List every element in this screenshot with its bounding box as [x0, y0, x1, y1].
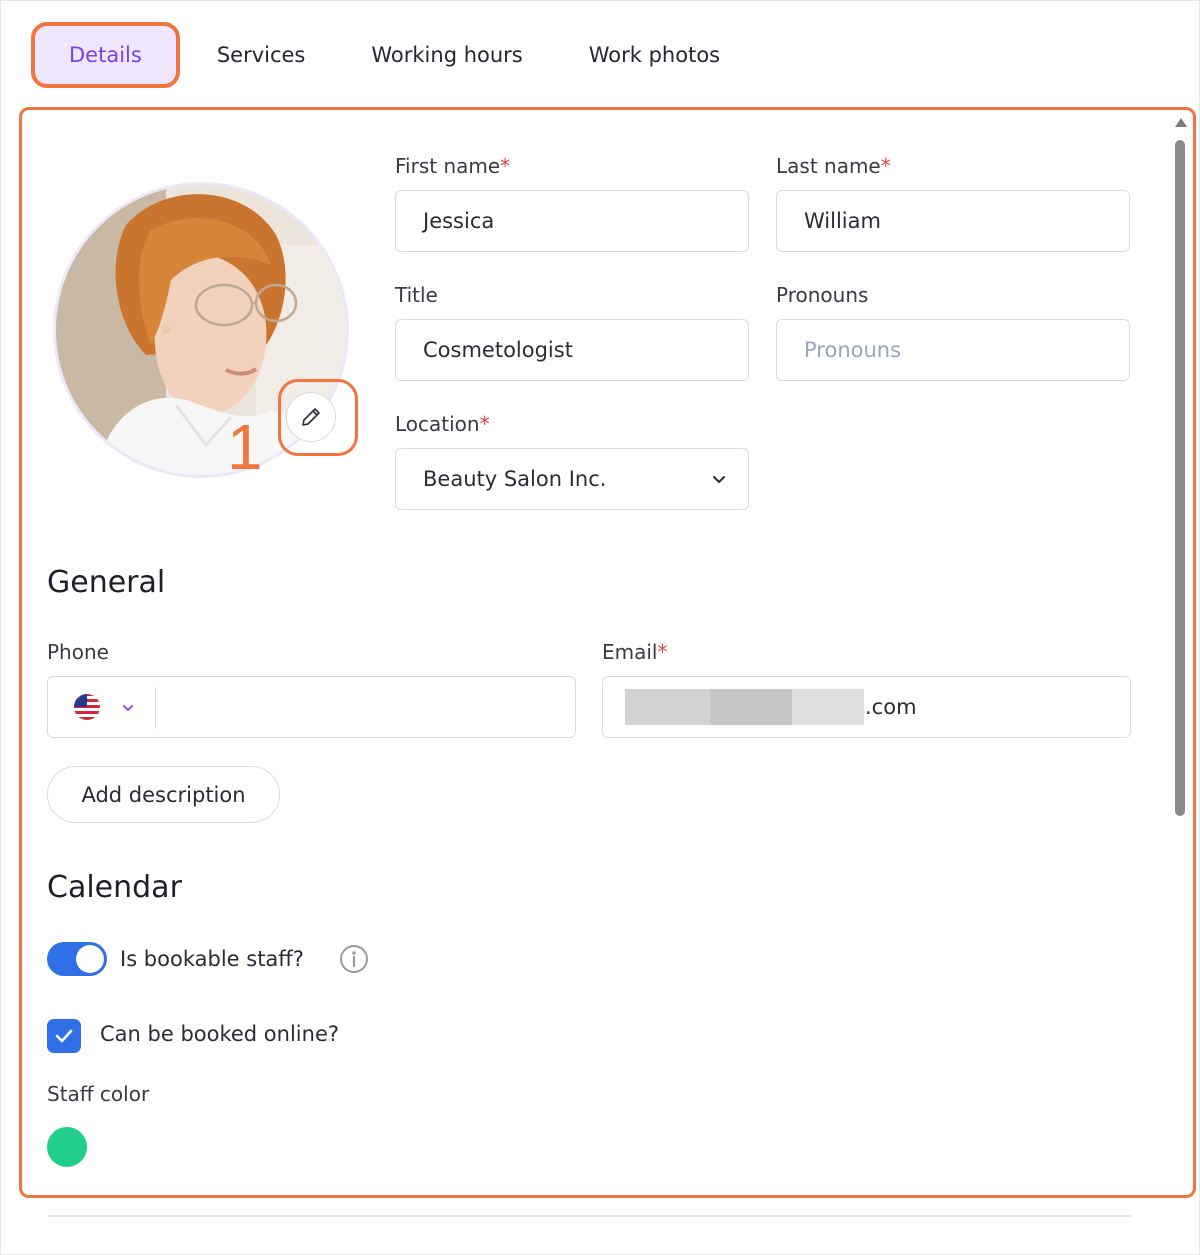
- footer-divider: [47, 1215, 1132, 1217]
- redacted-email-part: [710, 689, 792, 725]
- details-panel: 1 First name* Jessica Last name* William…: [19, 107, 1196, 1198]
- phone-divider: [155, 687, 156, 729]
- email-label: Email*: [602, 640, 668, 664]
- scroll-up-arrow-icon[interactable]: [1175, 118, 1187, 127]
- title-value: Cosmetologist: [423, 338, 573, 362]
- pronouns-placeholder: Pronouns: [804, 338, 902, 362]
- email-input[interactable]: .com: [602, 676, 1131, 738]
- first-name-value: Jessica: [423, 209, 495, 233]
- chevron-down-icon[interactable]: [121, 701, 135, 715]
- general-heading: General: [47, 565, 166, 600]
- last-name-value: William: [804, 209, 881, 233]
- location-label-text: Location: [395, 412, 480, 436]
- email-suffix: .com: [865, 695, 917, 719]
- pronouns-label: Pronouns: [776, 283, 869, 307]
- first-name-input[interactable]: Jessica: [395, 190, 749, 252]
- required-mark: *: [500, 154, 511, 178]
- title-input[interactable]: Cosmetologist: [395, 319, 749, 381]
- last-name-label-text: Last name: [776, 154, 881, 178]
- tab-working-hours[interactable]: Working hours: [338, 23, 555, 87]
- step-number-annotation: 1: [227, 411, 263, 483]
- location-value: Beauty Salon Inc.: [423, 467, 607, 491]
- calendar-heading: Calendar: [47, 870, 182, 905]
- redacted-email-part: [792, 689, 864, 725]
- first-name-label-text: First name: [395, 154, 501, 178]
- redacted-email-part: [625, 689, 710, 725]
- email-label-text: Email: [602, 640, 658, 664]
- pencil-icon: [302, 408, 320, 426]
- bookable-staff-toggle[interactable]: [47, 942, 107, 976]
- staff-color-label: Staff color: [47, 1082, 150, 1106]
- required-mark: *: [657, 640, 668, 664]
- tab-services[interactable]: Services: [184, 23, 339, 87]
- booked-online-checkbox[interactable]: [47, 1019, 81, 1053]
- required-mark: *: [479, 412, 490, 436]
- title-label: Title: [395, 283, 438, 307]
- scrollbar-thumb[interactable]: [1175, 140, 1185, 816]
- pronouns-input[interactable]: Pronouns: [776, 319, 1130, 381]
- location-label: Location*: [395, 412, 490, 436]
- info-icon[interactable]: [338, 943, 370, 975]
- edit-photo-button[interactable]: [286, 392, 336, 442]
- location-select[interactable]: Beauty Salon Inc.: [395, 448, 749, 510]
- last-name-label: Last name*: [776, 154, 891, 178]
- toggle-knob: [76, 945, 104, 973]
- staff-color-swatch[interactable]: [47, 1127, 87, 1167]
- us-flag-icon[interactable]: [73, 693, 101, 721]
- staff-details-page: Details Services Working hours Work phot…: [0, 0, 1200, 1255]
- tab-details[interactable]: Details: [31, 22, 180, 88]
- first-name-label: First name*: [395, 154, 510, 178]
- checkmark-icon: [55, 1029, 73, 1043]
- tab-bar: Details Services Working hours Work phot…: [31, 22, 753, 88]
- chevron-down-icon: [713, 476, 725, 483]
- required-mark: *: [880, 154, 891, 178]
- add-description-button[interactable]: Add description: [47, 766, 280, 823]
- bookable-staff-label: Is bookable staff?: [120, 947, 304, 971]
- tab-work-photos[interactable]: Work photos: [556, 23, 753, 87]
- phone-input[interactable]: [47, 676, 576, 738]
- booked-online-label: Can be booked online?: [100, 1022, 340, 1046]
- last-name-input[interactable]: William: [776, 190, 1130, 252]
- phone-label: Phone: [47, 640, 109, 664]
